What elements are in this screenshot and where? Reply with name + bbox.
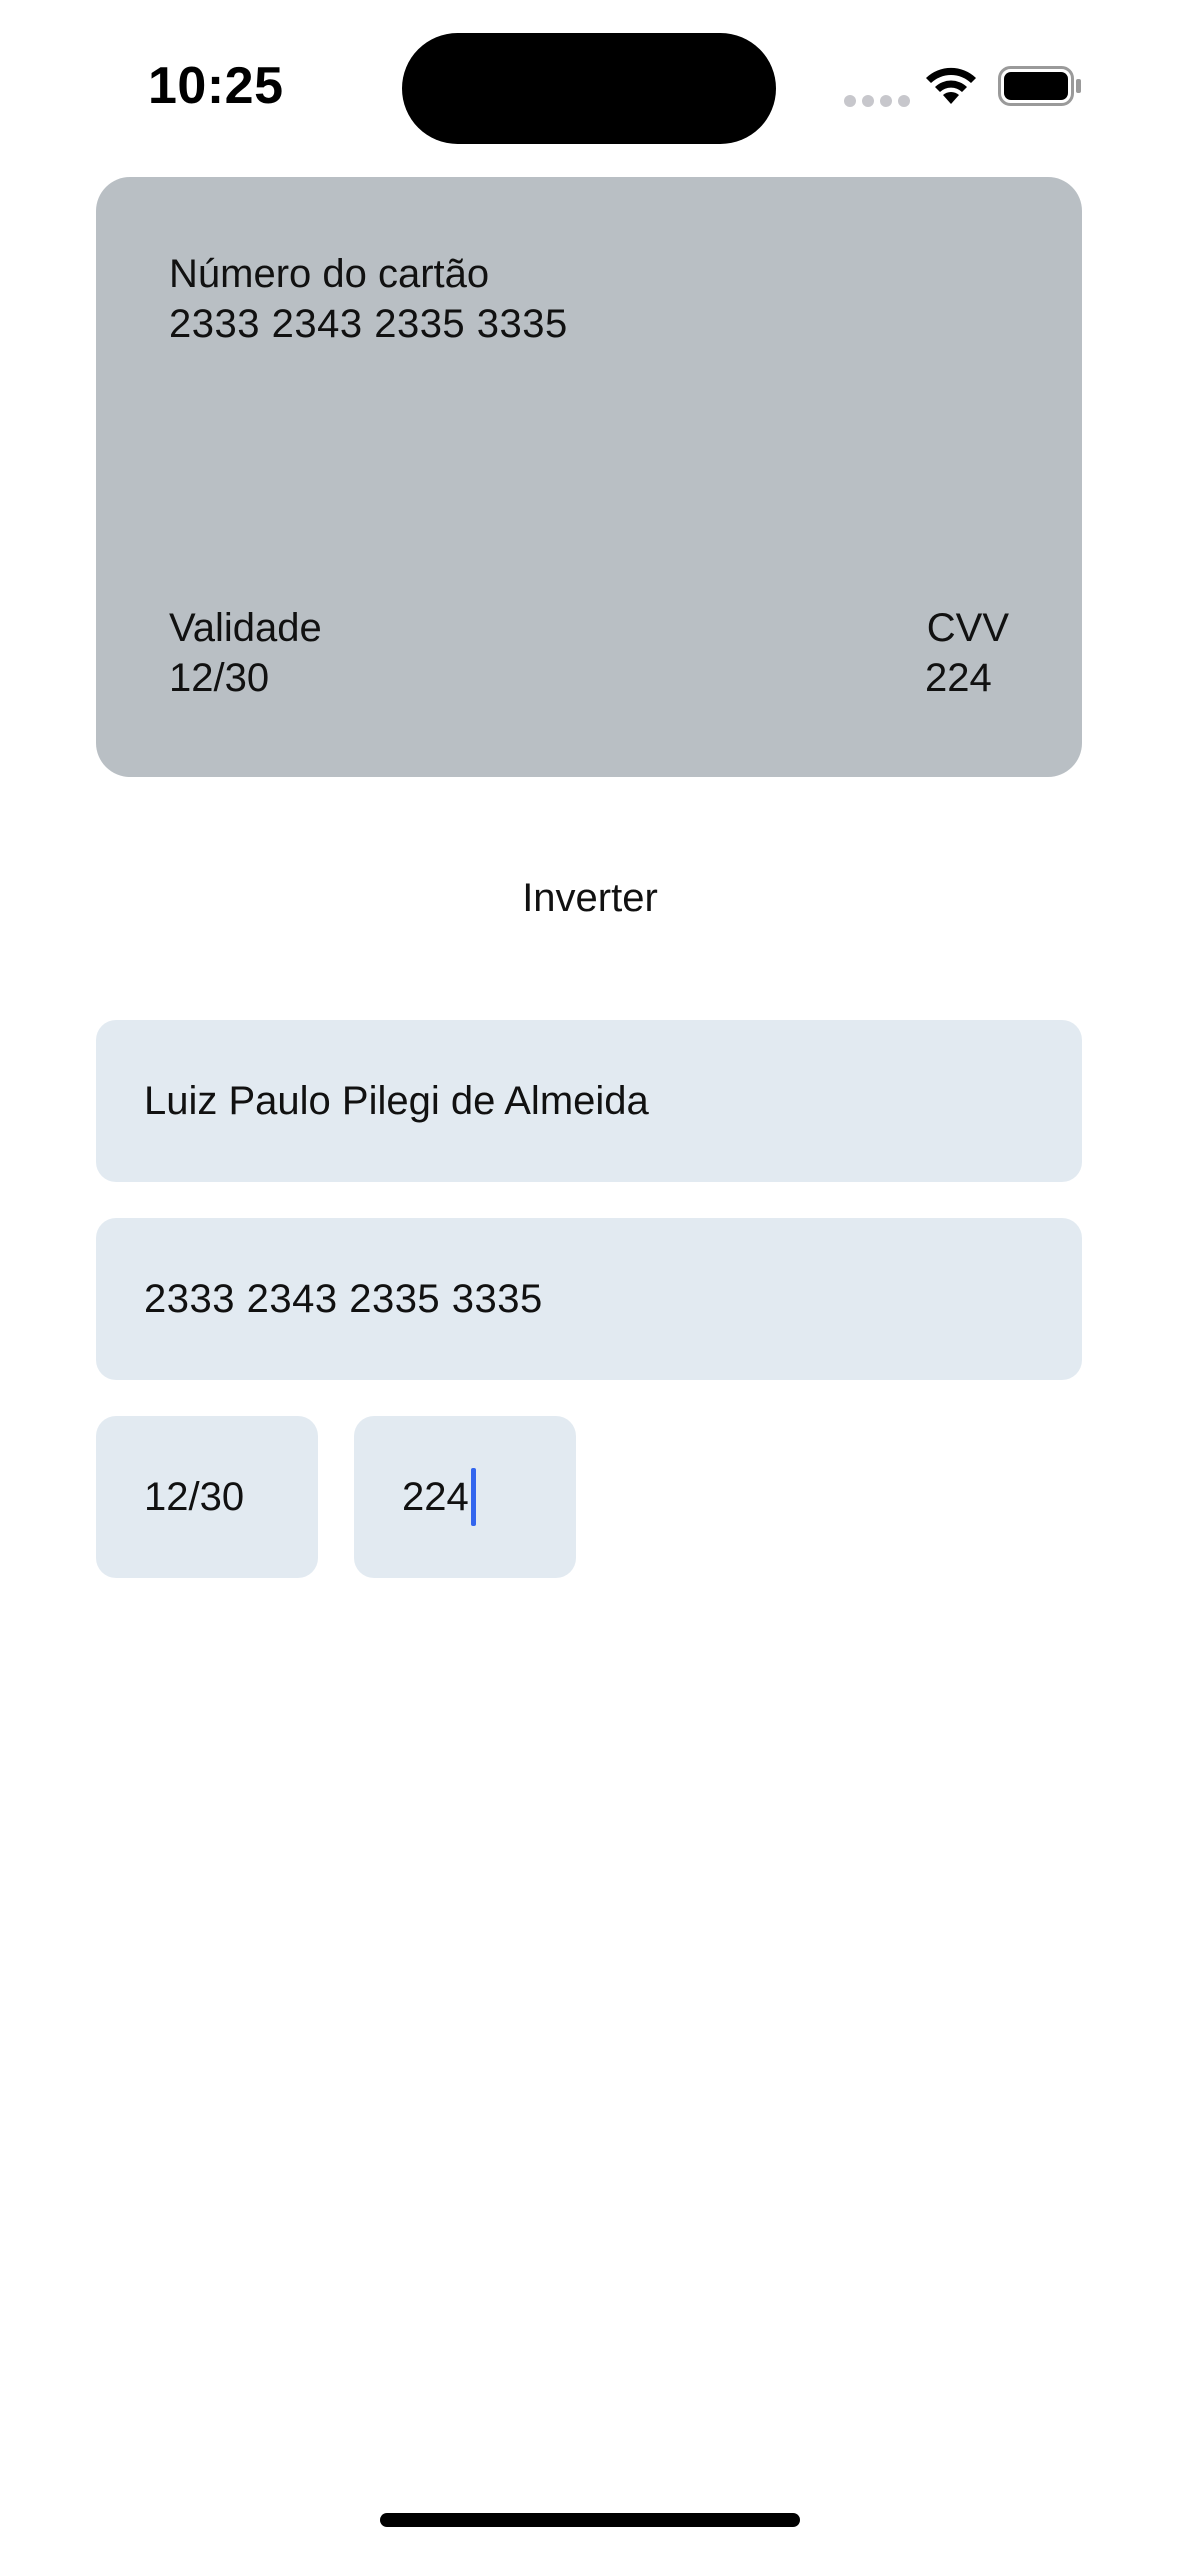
expiry-field[interactable]: 12/30 [96,1416,318,1578]
cvv-field[interactable]: 224 [354,1416,576,1578]
card-validity-value: 12/30 [169,656,270,700]
card-number-value: 2333 2343 2335 3335 [169,302,568,346]
wifi-icon [926,67,976,104]
card-number-label: Número do cartão [169,252,490,296]
card-validity-label: Validade [169,606,322,650]
card-preview: Número do cartão 2333 2343 2335 3335 Val… [96,177,1082,777]
expiry-input-value: 12/30 [144,1474,245,1519]
cardholder-name-value: Luiz Paulo Pilegi de Almeida [144,1078,649,1123]
screen: 10:25 Número do cartão 2333 2343 2335 33… [0,0,1179,2556]
card-number-input-value: 2333 2343 2335 3335 [144,1276,543,1321]
status-time: 10:25 [148,57,284,115]
cellular-signal-icon [844,95,910,107]
dynamic-island [402,33,776,144]
invert-button[interactable]: Inverter [440,868,740,928]
home-indicator[interactable] [380,2513,800,2527]
card-cvv-value: 224 [925,656,992,700]
cardholder-name-field[interactable]: Luiz Paulo Pilegi de Almeida [96,1020,1082,1182]
cvv-input-value: 224 [402,1474,469,1519]
card-cvv-label: CVV [926,606,1009,650]
card-number-field[interactable]: 2333 2343 2335 3335 [96,1218,1082,1380]
text-caret [470,1468,476,1526]
battery-icon [998,66,1081,106]
